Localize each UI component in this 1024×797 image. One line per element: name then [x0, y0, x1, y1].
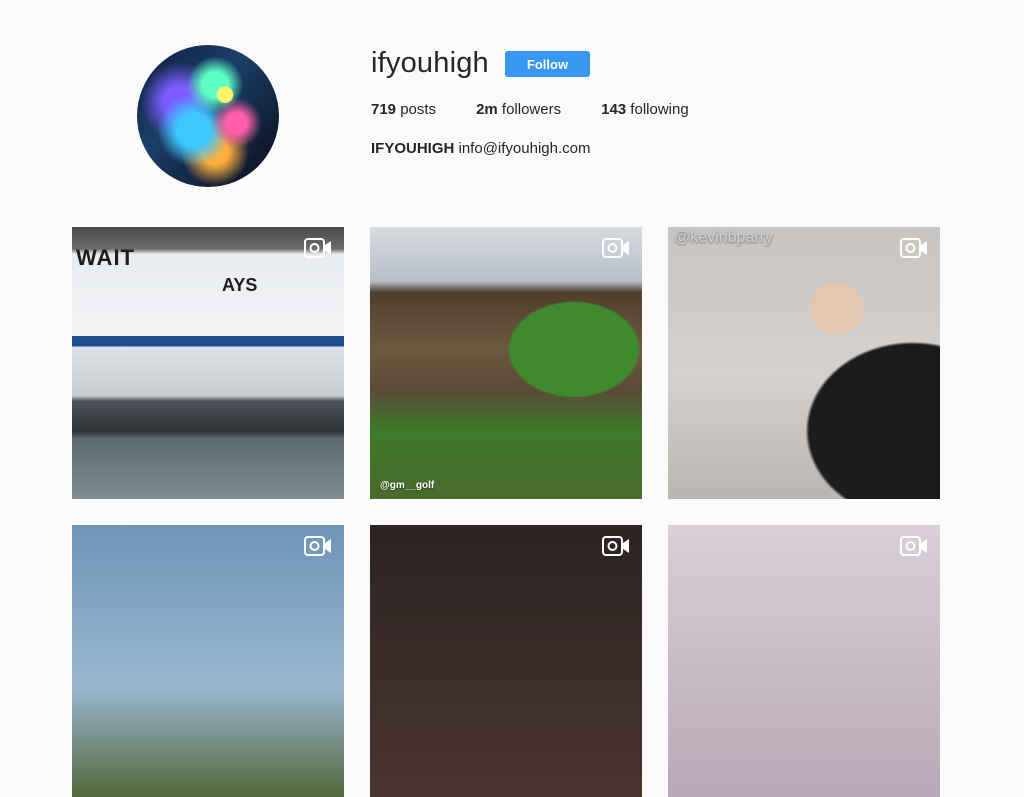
followers-label: followers [497, 101, 562, 118]
video-camera-icon [304, 238, 331, 258]
profile-stats: 719 posts 2m followers 143 following [371, 101, 729, 118]
following-stat[interactable]: 143 following [601, 101, 689, 118]
profile-bio: IFYOUHIGH info@ifyouhigh.com [371, 140, 590, 157]
post-tile[interactable] [370, 525, 642, 797]
post-tile[interactable]: @kevinbparry [668, 227, 940, 499]
following-label: following [626, 101, 689, 118]
profile-avatar[interactable] [137, 45, 279, 187]
post-tile[interactable]: @gm__golf [370, 227, 642, 499]
post-tile[interactable]: WAIT AYS [72, 227, 344, 499]
follow-button[interactable]: Follow [505, 51, 590, 77]
video-camera-icon [602, 536, 629, 556]
post-tile[interactable] [72, 525, 344, 797]
posts-label: posts [396, 101, 437, 118]
bio-email: info@ifyouhigh.com [454, 140, 591, 157]
video-camera-icon [304, 536, 331, 556]
post-overlay-text: @kevinbparry [674, 229, 773, 246]
bio-name: IFYOUHIGH [371, 140, 455, 157]
post-overlay-text: AYS [222, 275, 258, 295]
post-overlay-text: WAIT [76, 245, 135, 270]
post-tile[interactable] [668, 525, 940, 797]
profile-username: ifyouhigh [371, 47, 489, 79]
post-overlay-text: @gm__golf [380, 480, 435, 491]
video-camera-icon [900, 238, 927, 258]
posts-count: 719 [371, 101, 397, 118]
followers-count: 2m [476, 101, 498, 118]
following-count: 143 [601, 101, 627, 118]
posts-stat: 719 posts [371, 101, 436, 118]
followers-stat[interactable]: 2m followers [476, 101, 561, 118]
video-camera-icon [900, 536, 927, 556]
video-camera-icon [602, 238, 629, 258]
